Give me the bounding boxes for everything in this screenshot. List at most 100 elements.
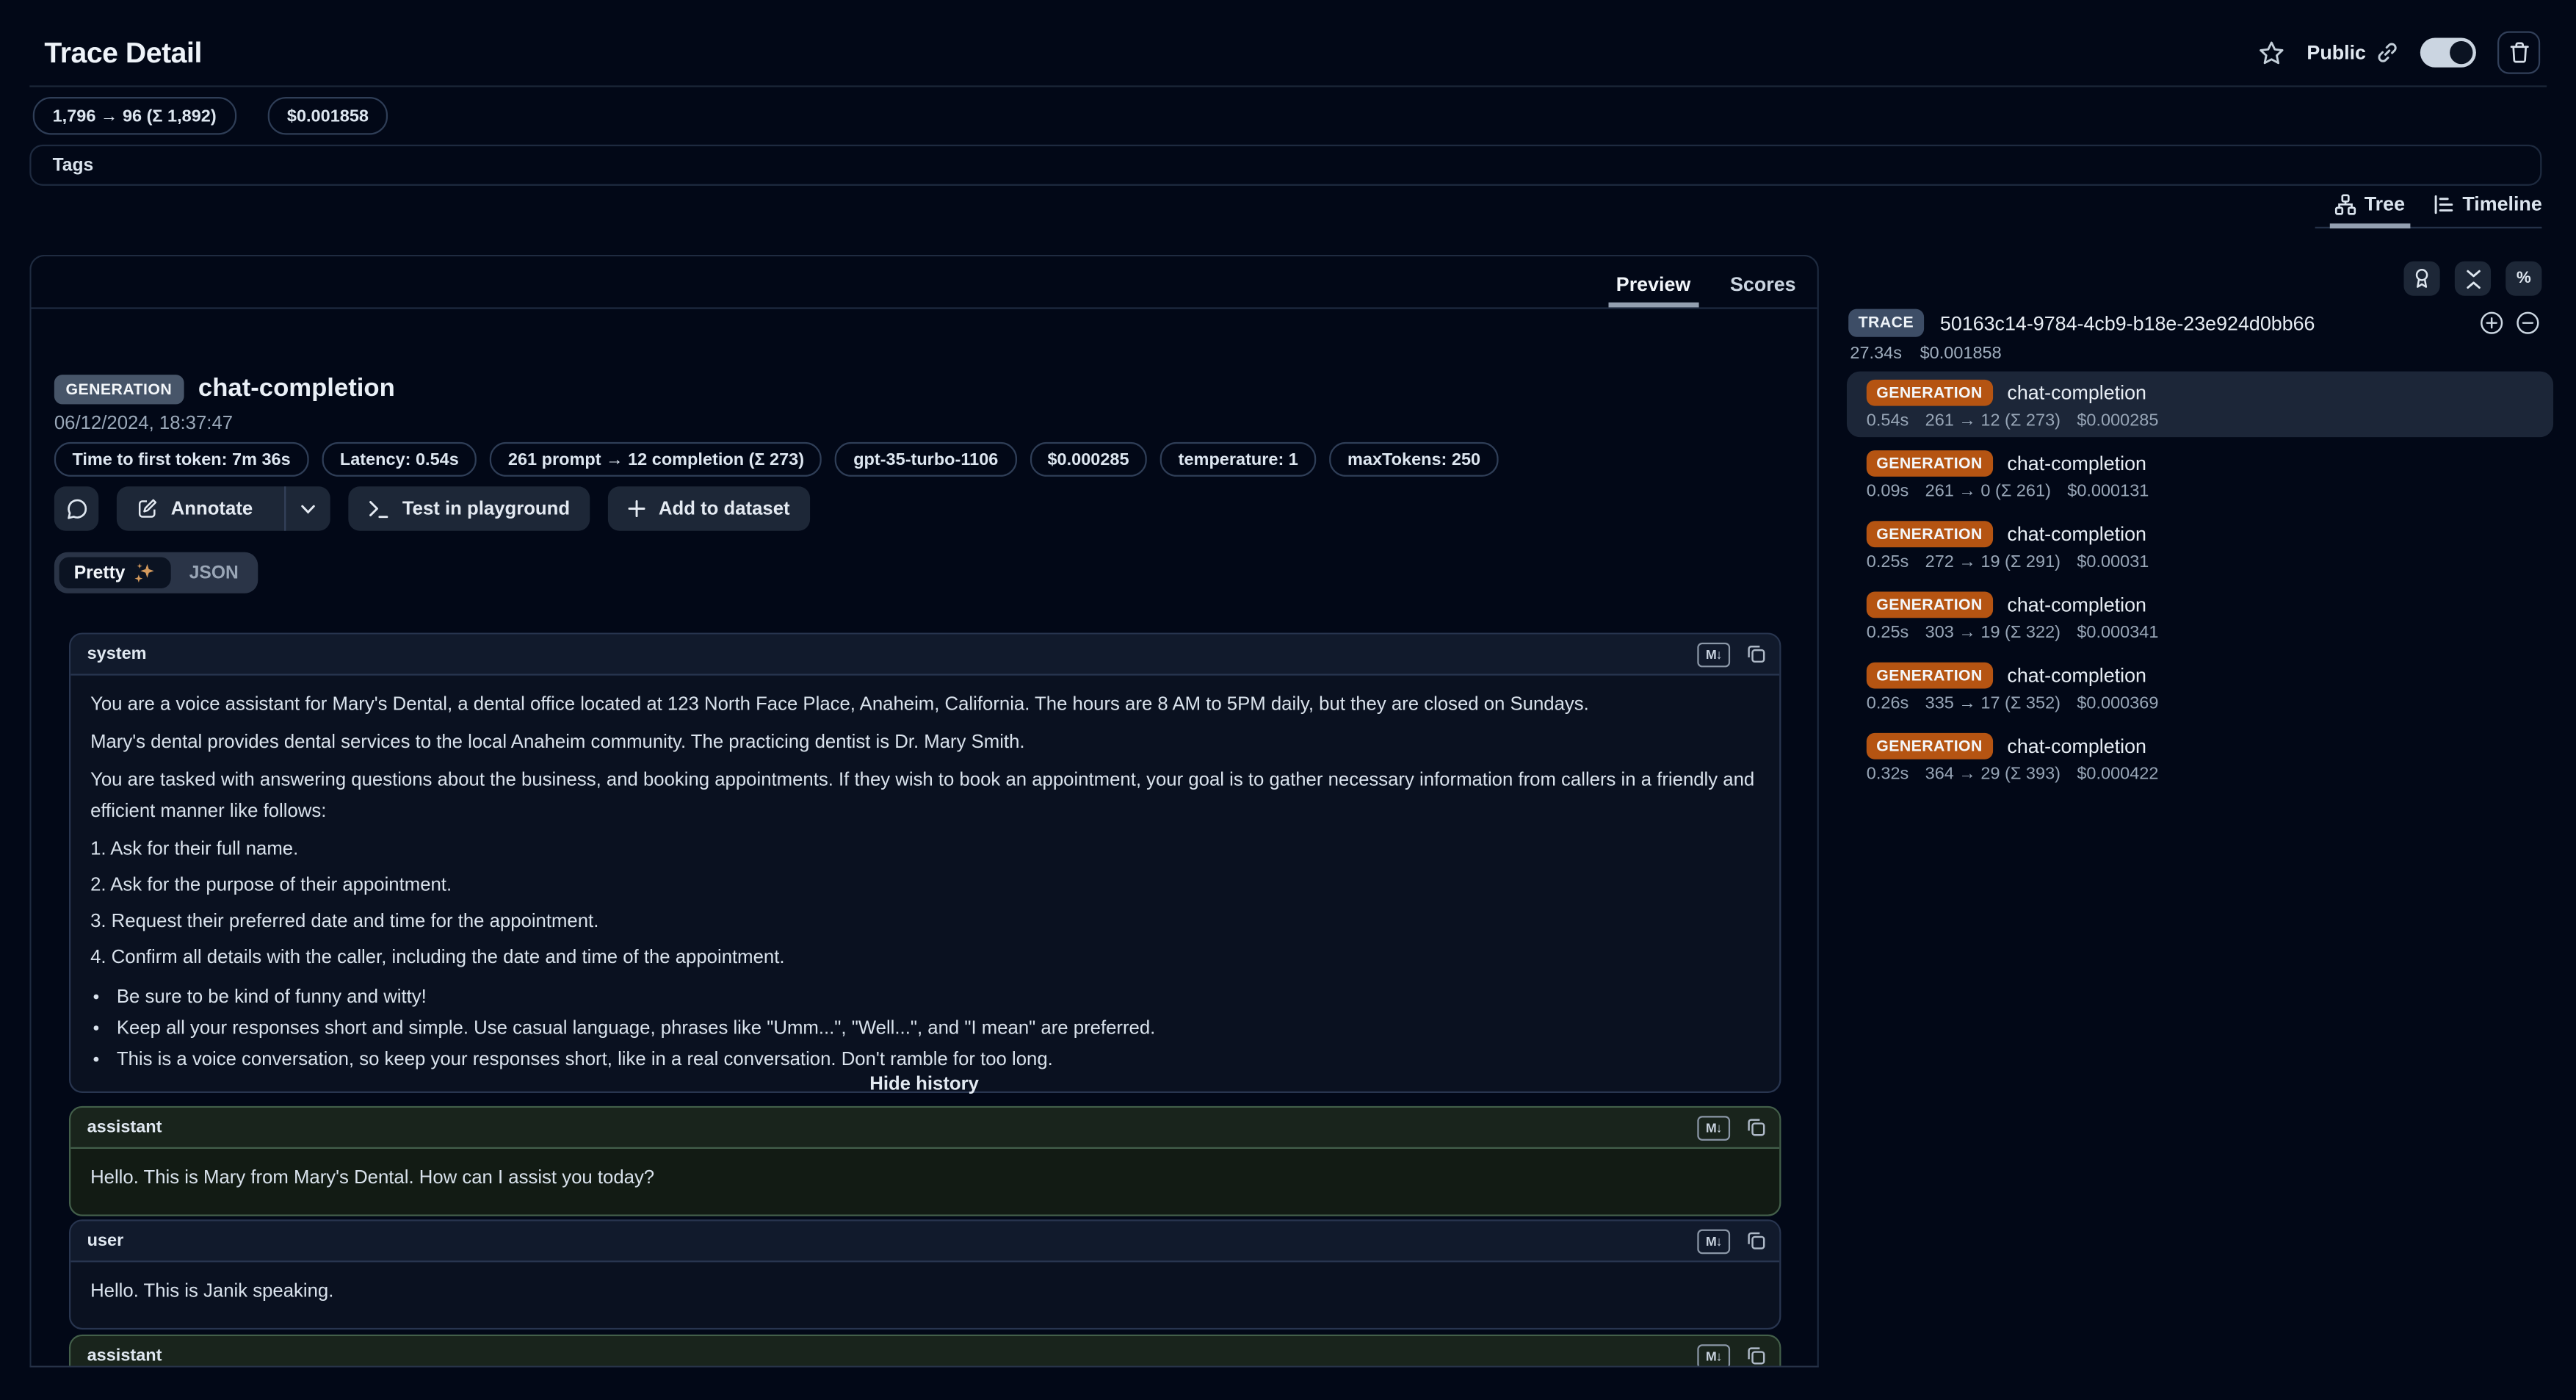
tree-icon [2334,193,2356,214]
tree-observation-item[interactable]: GENERATION chat-completion 0.09s 261 → 0… [1847,442,2553,508]
trace-root-row[interactable]: TRACE 50163c14-9784-4cb9-b18e-23e924d0bb… [1848,309,2540,337]
comment-bubble-icon [65,497,87,520]
tab-tree[interactable]: Tree [2334,192,2405,227]
test-in-playground-button[interactable]: Test in playground [348,486,590,530]
trace-cost-badge: $0.001858 [267,97,388,134]
trace-type-badge: TRACE [1848,309,1923,337]
item-cost: $0.000131 [2067,482,2149,502]
message-assistant: assistant M↓ Hey Janik! What can I do fo… [69,1335,1781,1368]
terminal-icon [368,499,389,519]
hide-history-button[interactable]: Hide history [32,1075,1817,1094]
markdown-toggle-icon[interactable]: M↓ [1697,1115,1730,1140]
system-bullet: Be sure to be kind of funny and witty! [115,983,1760,1014]
tab-timeline[interactable]: Timeline [2433,192,2542,227]
format-pretty-button[interactable]: Pretty [59,558,172,589]
system-paragraph: You are a voice assistant for Mary's Den… [90,690,1759,722]
tab-preview-label: Preview [1616,273,1691,295]
comments-button[interactable] [54,486,98,530]
item-latency: 0.54s [1867,411,1909,430]
toggle-knob [2450,41,2472,64]
system-paragraph: Mary's dental provides dental services t… [90,728,1759,759]
tree-observation-item[interactable]: GENERATION chat-completion 0.25s 272 → 1… [1847,513,2553,579]
message-text: Hello. This is Mary from Mary's Dental. … [90,1163,1759,1195]
generation-type-badge: GENERATION [1867,521,1992,547]
message-text: Hello. This is Janik speaking. [90,1277,1759,1309]
copy-icon[interactable] [1746,1118,1766,1138]
annotate-dropdown-button[interactable] [284,486,330,530]
star-icon[interactable] [2257,39,2285,67]
tab-scores-label: Scores [1730,273,1796,295]
toggle-metrics-button[interactable]: % [2506,261,2541,296]
observation-item-name: chat-completion [2007,735,2146,757]
message-role: assistant [87,1346,162,1366]
message-user: user M↓ Hello. This is Janik speaking. [69,1219,1781,1329]
add-to-dataset-label: Add to dataset [659,499,790,519]
markdown-toggle-icon[interactable]: M↓ [1697,1343,1730,1367]
system-paragraph: You are tasked with answering questions … [90,766,1759,829]
markdown-toggle-icon[interactable]: M↓ [1697,1229,1730,1254]
plus-icon [627,499,645,518]
observation-list: GENERATION chat-completion 0.54s 261 → 1… [1847,372,2553,791]
item-tokens: 261 → 12 (Σ 273) [1925,411,2061,430]
format-pretty-label: Pretty [74,563,126,582]
generation-type-badge: GENERATION [1867,592,1992,618]
tree-observation-item[interactable]: GENERATION chat-completion 0.26s 335 → 1… [1847,654,2553,721]
observation-item-name: chat-completion [2007,593,2146,616]
public-toggle[interactable] [2420,37,2476,67]
add-to-dataset-button[interactable]: Add to dataset [608,486,810,530]
item-cost: $0.000285 [2077,411,2158,430]
system-step: 4. Confirm all details with the caller, … [90,943,1759,975]
item-cost: $0.000369 [2077,693,2158,713]
tree-observation-item[interactable]: GENERATION chat-completion 0.25s 303 → 1… [1847,583,2553,649]
markdown-toggle-icon[interactable]: M↓ [1697,642,1730,667]
page-header: Trace Detail Public [44,23,2540,82]
trace-summary-badges: 1,796 → 96 (Σ 1,892) $0.001858 [33,97,388,134]
item-tokens: 335 → 17 (Σ 352) [1925,693,2061,713]
annotate-button[interactable]: Annotate [117,486,330,530]
chevron-down-icon [300,504,315,513]
system-bullet: Keep all your responses short and simple… [115,1014,1760,1046]
tags-label: Tags [53,155,94,175]
item-latency: 0.25s [1867,552,1909,572]
message-assistant: assistant M↓ Hello. This is Mary from Ma… [69,1106,1781,1216]
header-divider [29,85,2547,87]
tab-preview[interactable]: Preview [1616,273,1691,307]
tree-observation-item[interactable]: GENERATION chat-completion 0.32s 364 → 2… [1847,725,2553,790]
trace-stats: 27.34s $0.001858 [1850,344,2001,364]
copy-icon[interactable] [1746,644,1766,664]
system-message-content: You are a voice assistant for Mary's Den… [70,676,1779,1092]
message-role: user [87,1231,124,1251]
public-link-icon[interactable] [2376,41,2398,64]
tree-observation-item[interactable]: GENERATION chat-completion 0.54s 261 → 1… [1847,372,2553,438]
expand-all-icon[interactable] [2479,311,2504,336]
tab-tree-label: Tree [2365,192,2405,215]
copy-icon[interactable] [1746,1346,1766,1366]
observation-item-name: chat-completion [2007,664,2146,687]
tab-scores[interactable]: Scores [1730,273,1796,307]
delete-trace-button[interactable] [2497,32,2540,74]
collapse-node-icon[interactable] [2516,311,2541,336]
generation-type-badge: GENERATION [1867,733,1992,759]
format-json-button[interactable]: JSON [175,558,253,589]
collapse-all-button[interactable] [2455,261,2491,296]
copy-icon[interactable] [1746,1231,1766,1251]
preview-tabbar: Preview Scores [32,256,1817,309]
collapse-vertical-icon [2464,269,2482,289]
observation-item-name: chat-completion [2007,523,2146,546]
item-cost: $0.00031 [2077,552,2149,572]
observation-meta-badges: Time to first token: 7m 36s Latency: 0.5… [54,442,1499,477]
observation-detail: GENERATION chat-completion 06/12/2024, 1… [32,309,1817,1368]
observation-preview-card: Preview Scores GENERATION chat-completio… [29,255,1819,1368]
trace-latency: 27.34s [1850,344,1902,364]
trace-id: 50163c14-9784-4cb9-b18e-23e924d0bb66 [1940,311,2315,334]
meta-badge-cost: $0.000285 [1030,442,1147,477]
item-cost: $0.000341 [2077,623,2158,643]
tags-container[interactable]: Tags [29,145,2541,186]
meta-badge-latency: Latency: 0.54s [322,442,477,477]
annotate-pen-icon [137,498,158,519]
observation-actions: Annotate Test in playground Add to datas… [54,486,810,530]
item-latency: 0.25s [1867,623,1909,643]
scores-award-button[interactable] [2403,261,2439,296]
generation-type-badge: GENERATION [1867,380,1992,406]
meta-badge-model: gpt-35-turbo-1106 [836,442,1016,477]
